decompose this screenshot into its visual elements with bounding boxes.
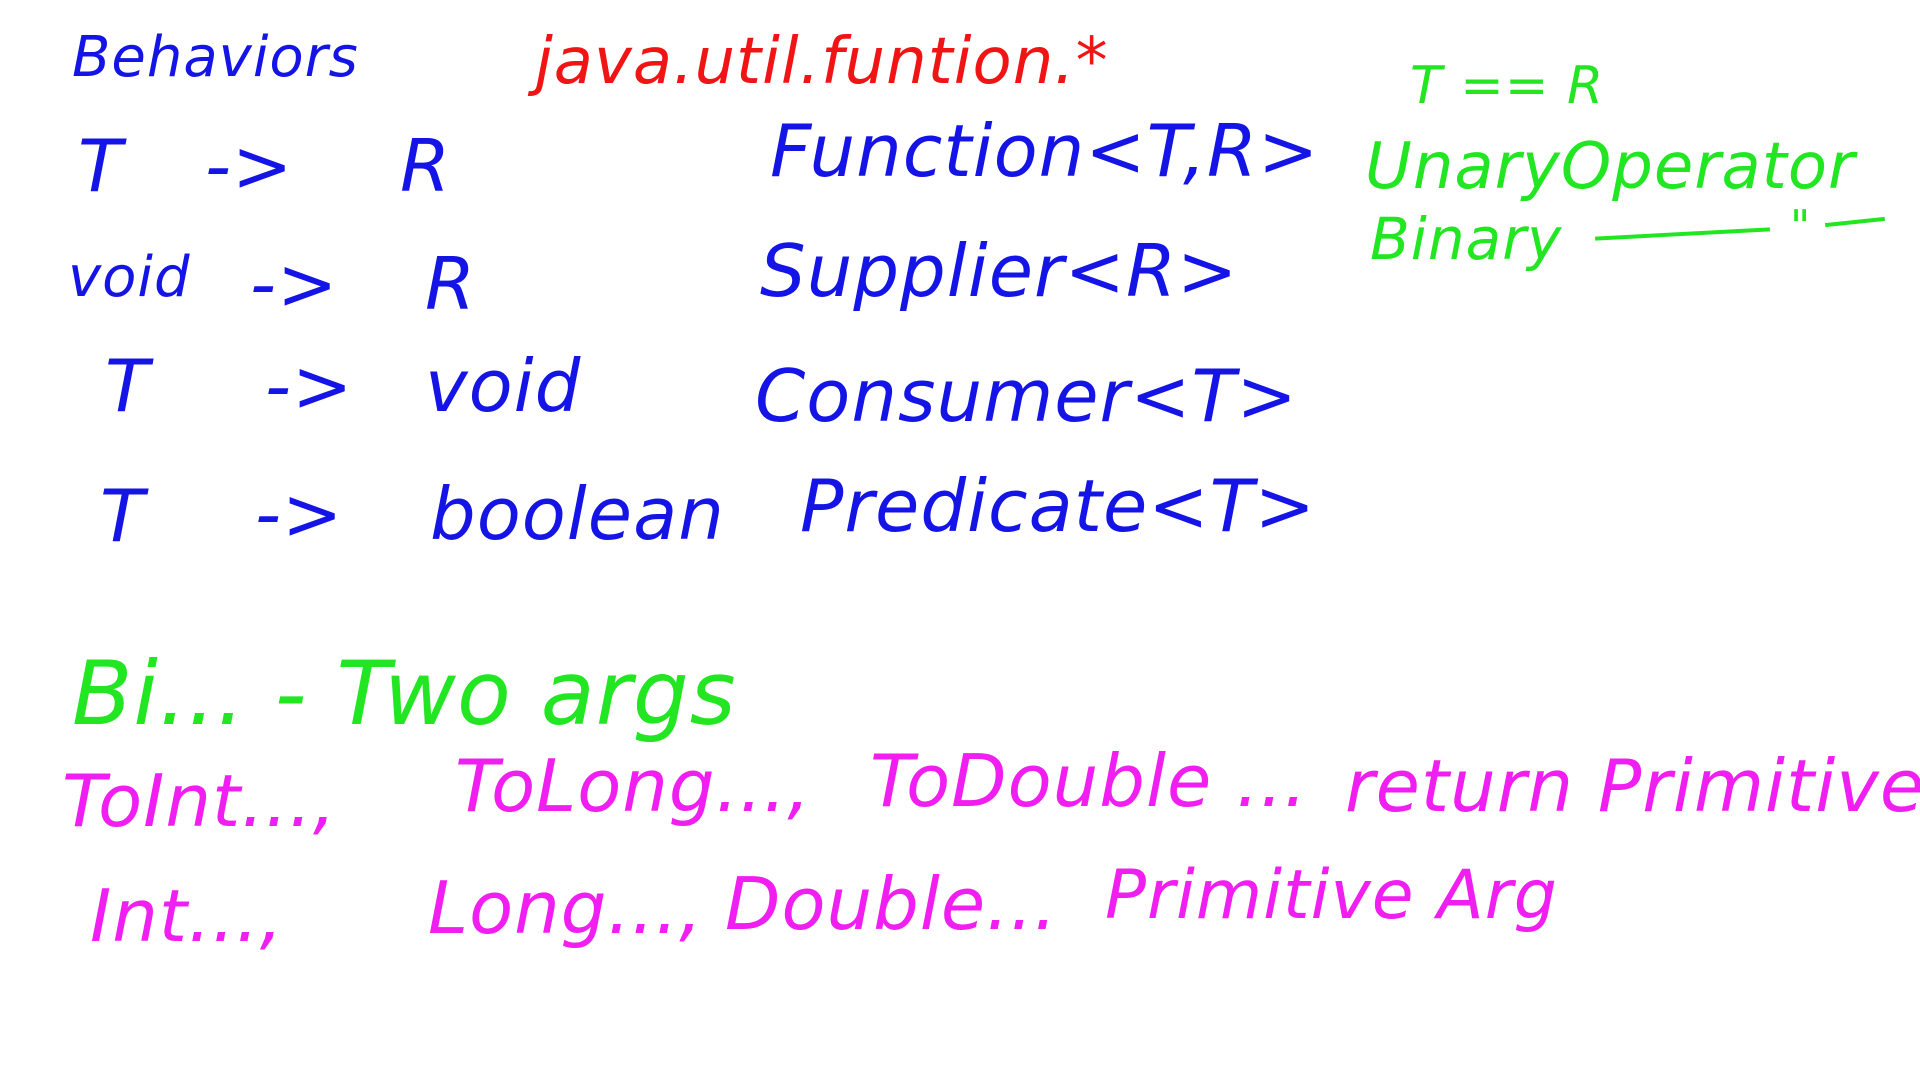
binary-underline-stroke [1595,227,1770,241]
row4-output: boolean [430,472,725,556]
behaviors-heading: Behaviors [72,25,359,90]
todouble-label: ToDouble ... [870,739,1308,823]
long-label: Long..., [428,866,704,950]
row1-arrow: -> [205,124,294,208]
unary-operator-note: UnaryOperator [1365,130,1856,204]
package-label: java.util.funtion.* [535,25,1109,99]
row3-input: T [105,344,150,428]
row1-output: R [400,124,452,208]
row3-output: void [425,344,582,428]
tolong-label: ToLong..., [455,744,812,828]
row2-output: R [425,242,477,326]
ditto-stroke [1824,216,1886,228]
double-label: Double... [725,862,1058,946]
int-label: Int..., [90,874,284,958]
whiteboard-canvas: Behaviors java.util.funtion.* T -> R Fun… [0,0,1920,1080]
ditto-mark: " [1790,201,1812,252]
row2-arrow: -> [250,242,339,326]
row3-arrow: -> [265,344,354,428]
return-primitive-label: return Primitive [1345,744,1920,828]
binary-note: Binary [1370,205,1563,273]
primitive-arg-label: Primitive Arg [1105,856,1558,935]
row1-input: T [78,124,123,208]
bi-two-args-note: Bi... - Two args [72,642,737,745]
row4-interface: Predicate<T> [800,464,1316,548]
row3-interface: Consumer<T> [755,354,1298,438]
row2-interface: Supplier<R> [760,229,1239,313]
row4-input: T [100,474,145,558]
row2-input: void [68,245,191,310]
toint-label: ToInt..., [62,759,337,843]
t-equals-r-note: T == R [1410,56,1605,116]
row4-arrow: -> [255,472,344,556]
row1-interface: Function<T,R> [770,109,1320,193]
